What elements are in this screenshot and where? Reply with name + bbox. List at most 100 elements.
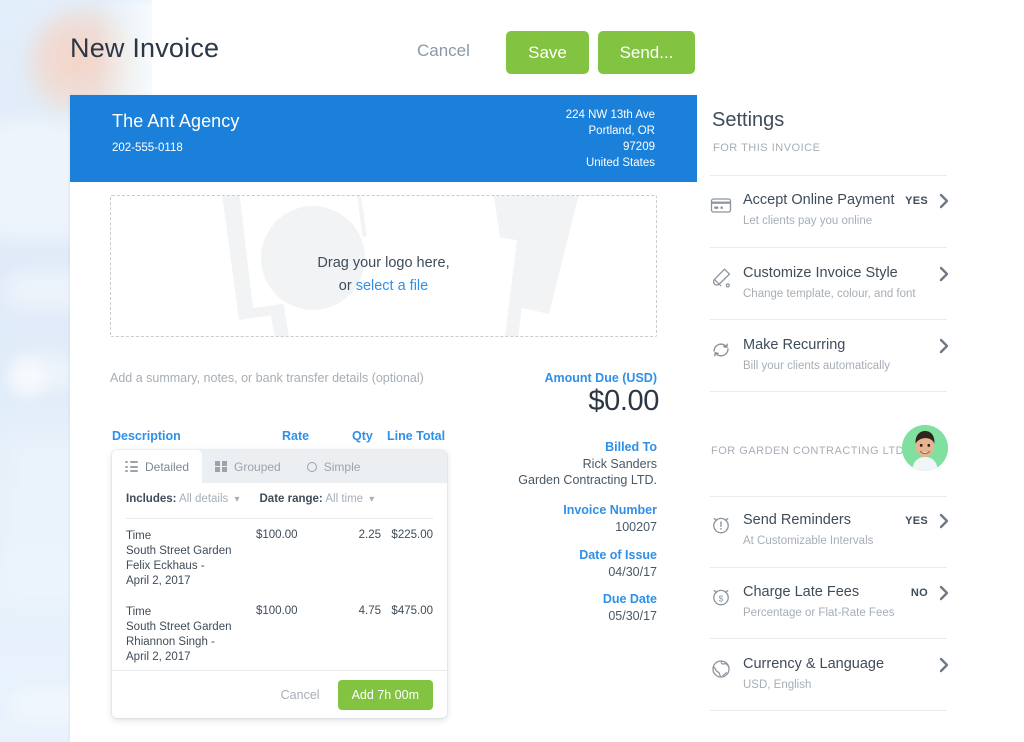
popup-tab-bar: Detailed Grouped Simple (112, 450, 447, 483)
line-rate: $100.00 (256, 605, 298, 617)
divider (710, 567, 947, 568)
credit-card-icon (710, 194, 732, 216)
save-button[interactable]: Save (506, 31, 589, 74)
divider (126, 518, 433, 519)
settings-panel: Settings FOR THIS INVOICE Accept Online … (697, 95, 1024, 742)
filter-date-range-value: All time (325, 493, 364, 505)
divider (710, 638, 947, 639)
address-line-4: United States (585, 157, 655, 169)
alarm-icon (710, 514, 732, 536)
filter-date-range[interactable]: Date range: All time ▾ (260, 493, 375, 518)
address-line-1: 224 NW 13th Ave (565, 109, 655, 121)
billed-to-name: Rick Sanders (582, 457, 657, 471)
app-root: New Invoice Cancel Save Send... The Ant … (0, 0, 1024, 742)
chevron-down-icon: ▾ (369, 494, 375, 505)
invoice-number-block[interactable]: Invoice Number 100207 (563, 503, 657, 535)
line-qty: 4.75 (358, 605, 381, 617)
amount-due-label: Amount Due (USD) (544, 371, 658, 385)
column-header-qty[interactable]: Qty (352, 429, 373, 443)
chevron-right-icon (938, 511, 950, 531)
filter-includes[interactable]: Includes: All details ▾ (126, 493, 240, 518)
settings-subtitle: FOR THIS INVOICE (713, 142, 821, 154)
line-rate: $100.00 (256, 529, 298, 541)
setting-label: Send Reminders (743, 512, 851, 528)
recurring-icon (710, 339, 732, 361)
divider (710, 496, 947, 497)
line-description: Time South Street Garden Felix Eckhaus -… (126, 530, 232, 587)
list-icon (125, 461, 138, 472)
line-description: Time South Street Garden Rhiannon Singh … (126, 606, 232, 663)
invoice-number-value: 100207 (615, 520, 657, 534)
popup-cancel-button[interactable]: Cancel (281, 688, 320, 702)
amount-due-value: $0.00 (588, 385, 659, 417)
due-date-label: Due Date (602, 592, 657, 606)
logo-dropzone[interactable]: Drag your logo here, or select a file (110, 195, 657, 337)
company-phone[interactable]: 202-555-0118 (112, 142, 183, 154)
popup-line-list: Time South Street Garden Felix Eckhaus -… (112, 522, 447, 670)
avatar[interactable] (902, 425, 948, 471)
column-header-line-total[interactable]: Line Total (387, 429, 445, 443)
popup-add-button[interactable]: Add 7h 00m (337, 679, 433, 710)
cancel-button[interactable]: Cancel (417, 41, 470, 61)
company-address[interactable]: 224 NW 13th Ave Portland, OR 97209 Unite… (566, 107, 655, 171)
billed-to-company: Garden Contracting LTD. (518, 473, 657, 487)
invoice-card: The Ant Agency 202-555-0118 224 NW 13th … (70, 95, 697, 742)
tab-grouped-label: Grouped (234, 459, 281, 474)
time-entries-popup: Detailed Grouped Simple Includes: All de… (112, 450, 447, 718)
late-fee-icon: $ (710, 586, 732, 608)
client-section-label: FOR GARDEN CONTRACTING LTD. (711, 445, 908, 457)
line-qty: 2.25 (358, 529, 381, 541)
chevron-right-icon (938, 583, 950, 603)
summary-hint[interactable]: Add a summary, notes, or bank transfer d… (110, 371, 424, 385)
setting-description: Bill your clients automatically (743, 360, 891, 372)
table-row[interactable]: Time South Street Garden Felix Eckhaus -… (126, 522, 433, 598)
popup-footer: Cancel Add 7h 00m (112, 670, 447, 718)
chevron-right-icon (938, 191, 950, 211)
dropzone-line-2: or select a file (111, 275, 656, 298)
setting-description: Let clients pay you online (743, 215, 873, 227)
grid-icon (215, 461, 228, 472)
line-items-table-header: Description Rate Qty Line Total (112, 429, 447, 445)
globe-icon (710, 658, 732, 680)
setting-label: Accept Online Payment (743, 192, 895, 208)
setting-description: At Customizable Intervals (743, 535, 874, 547)
table-row[interactable]: Time South Street Garden Rhiannon Singh … (126, 598, 433, 674)
setting-description: Change template, colour, and font (743, 288, 916, 300)
setting-label: Charge Late Fees (743, 584, 860, 600)
line-total: $225.00 (391, 529, 433, 541)
tab-detailed[interactable]: Detailed (112, 450, 203, 483)
divider (710, 319, 947, 320)
billed-to-label: Billed To (605, 440, 657, 454)
date-of-issue-label: Date of Issue (579, 548, 657, 562)
page-title: New Invoice (70, 33, 220, 63)
dropzone-line-1: Drag your logo here, (317, 255, 450, 271)
background-blob-4 (10, 360, 46, 396)
column-header-rate[interactable]: Rate (282, 429, 309, 443)
tab-simple[interactable]: Simple (294, 450, 374, 483)
tab-grouped[interactable]: Grouped (202, 450, 294, 483)
page-header: New Invoice Cancel Save Send... (0, 0, 1024, 95)
setting-description: Percentage or Flat-Rate Fees (743, 607, 895, 619)
due-date-value: 05/30/17 (608, 609, 657, 623)
dropzone-or: or (338, 278, 356, 294)
column-header-description[interactable]: Description (112, 429, 181, 443)
address-line-3: 97209 (623, 141, 655, 153)
chevron-right-icon (938, 264, 950, 284)
company-name[interactable]: The Ant Agency (112, 111, 240, 132)
divider (710, 391, 947, 392)
invoice-number-label: Invoice Number (563, 503, 657, 517)
setting-label: Currency & Language (743, 656, 885, 672)
filter-date-range-label: Date range: (259, 493, 323, 505)
chevron-down-icon: ▾ (234, 494, 240, 505)
line-total: $475.00 (391, 605, 433, 617)
date-of-issue-block[interactable]: Date of Issue 04/30/17 (579, 548, 657, 580)
due-date-block[interactable]: Due Date 05/30/17 (603, 592, 657, 624)
logo-dropzone-wrapper: Drag your logo here, or select a file (110, 195, 657, 337)
status-badge: NO (910, 587, 928, 599)
circle-icon (306, 461, 317, 472)
tab-detailed-label: Detailed (145, 459, 190, 474)
select-a-file-link[interactable]: select a file (356, 278, 429, 294)
send-button[interactable]: Send... (598, 31, 695, 74)
billed-to-block[interactable]: Billed To Rick Sanders Garden Contractin… (518, 440, 657, 488)
filter-includes-value: All details (179, 493, 229, 505)
